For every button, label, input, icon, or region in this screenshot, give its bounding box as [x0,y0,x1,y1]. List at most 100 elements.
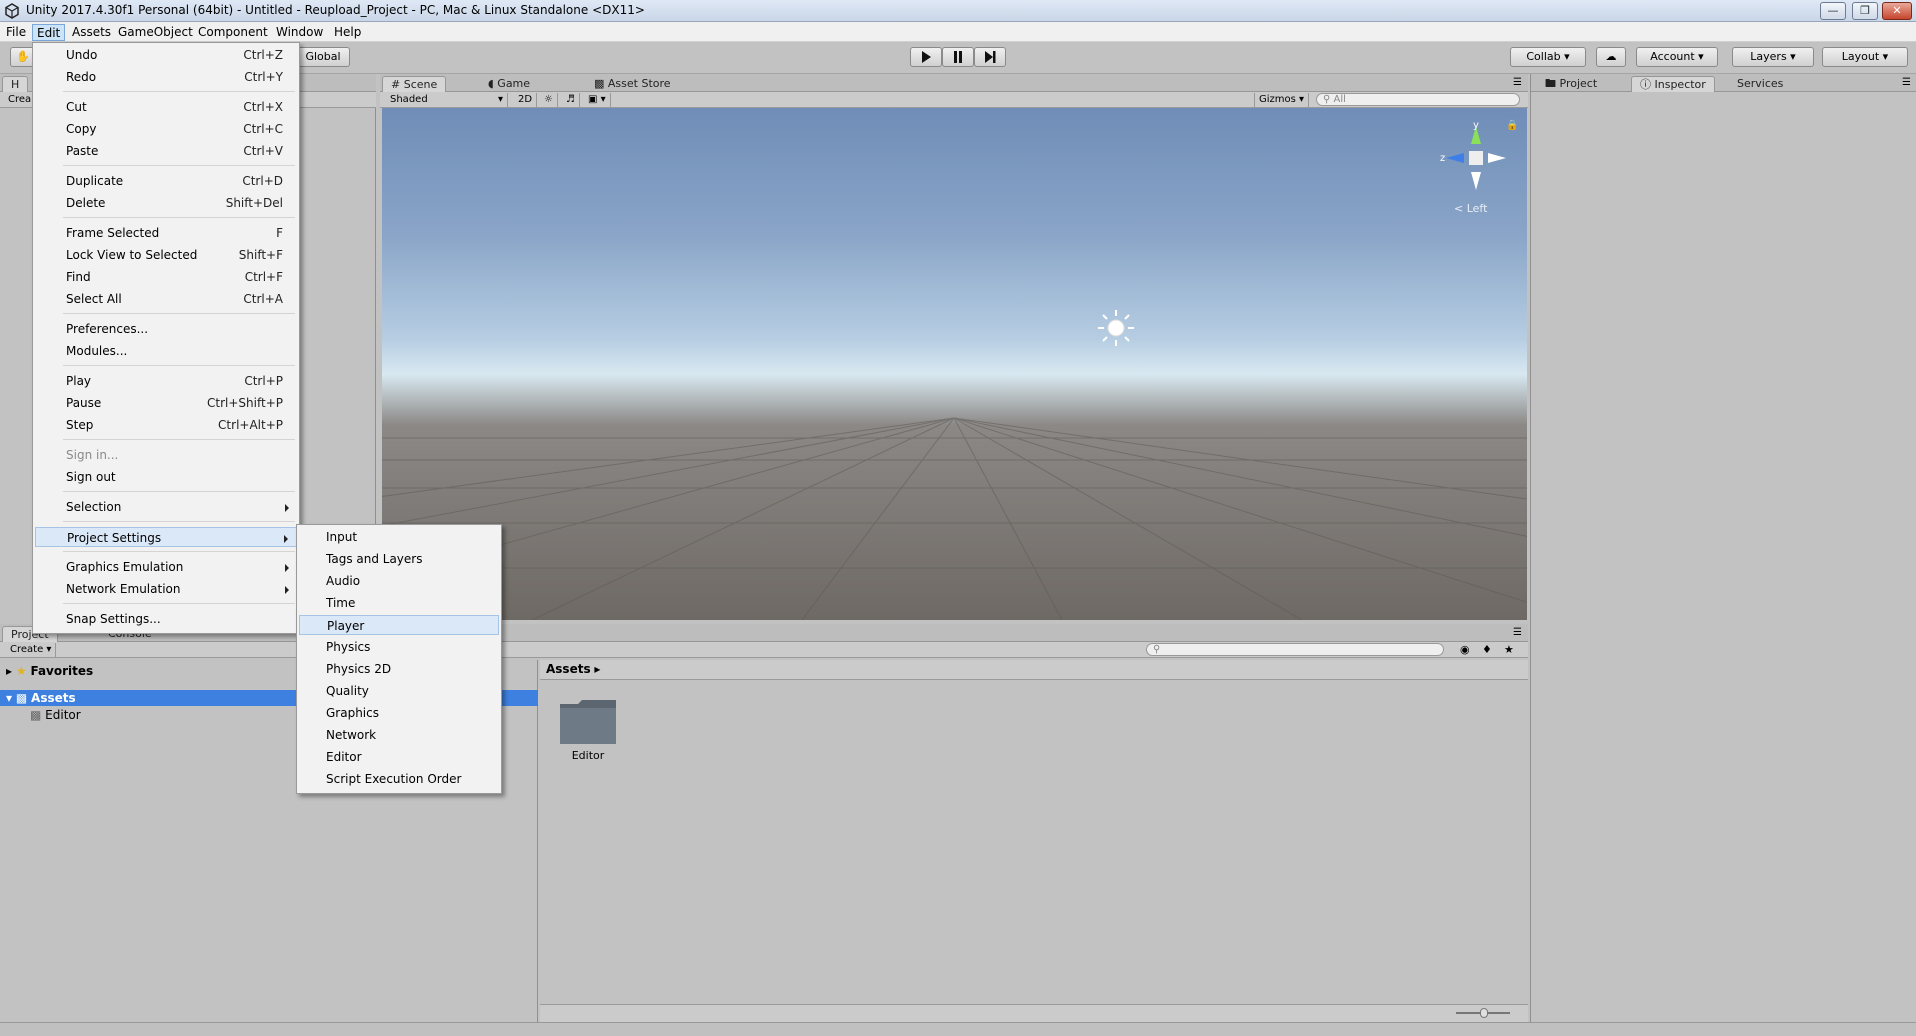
menu-window[interactable]: Window [272,24,327,41]
panel-menu-icon[interactable]: ☰ [1513,627,1522,638]
title-bar: Unity 2017.4.30f1 Personal (64bit) - Unt… [0,0,1916,22]
menu-item-duplicate[interactable]: Duplicate Ctrl+D [35,171,297,191]
project-create-button[interactable]: Create ▾ [6,643,57,657]
menu-item-cut[interactable]: Cut Ctrl+X [35,97,297,117]
star-filter-icon[interactable]: ★ [1504,643,1514,656]
tab-inspector[interactable]: ⓘ Inspector [1631,76,1715,92]
menu-gameobject[interactable]: GameObject [114,24,197,41]
submenu-item-tags-and-layers[interactable]: Tags and Layers [299,549,499,569]
lighting-toggle[interactable]: ☼ [540,93,558,107]
menu-item-pause[interactable]: Pause Ctrl+Shift+P [35,393,297,413]
scene-search-placeholder: All [1333,94,1346,105]
submenu-item-quality[interactable]: Quality [299,681,499,701]
gizmos-dropdown[interactable]: Gizmos ▾ [1254,93,1310,107]
project-search-input[interactable]: ⚲ [1146,643,1444,656]
menu-item-delete[interactable]: Delete Shift+Del [35,193,297,213]
menu-item-graphics-emulation[interactable]: Graphics Emulation [35,557,297,577]
gizmo-z-label: z [1440,153,1446,164]
account-dropdown[interactable]: Account ▾ [1636,47,1718,67]
filter-type-icon[interactable]: ◉ [1460,643,1470,656]
menu-item-network-emulation[interactable]: Network Emulation [35,579,297,599]
submenu-item-physics-2d[interactable]: Physics 2D [299,659,499,679]
tab-project-right[interactable]: 🖿 Project [1537,76,1605,92]
menu-item-step[interactable]: Step Ctrl+Alt+P [35,415,297,435]
submenu-item-label: Audio [326,574,361,588]
menu-item-preferences[interactable]: Preferences... [35,319,297,339]
tab-game[interactable]: ◖ Game [480,76,538,92]
menu-item-sign-out[interactable]: Sign out [35,467,297,487]
gizmo-view-label[interactable]: < Left [1454,202,1487,215]
pause-button[interactable] [942,47,974,67]
tab-asset-store[interactable]: ▩ Asset Store [586,76,679,92]
separator [63,91,295,92]
menu-item-select-all[interactable]: Select All Ctrl+A [35,289,297,309]
menu-item-selection[interactable]: Selection [35,497,297,517]
play-button[interactable] [910,47,942,67]
gizmo-lock-icon[interactable]: 🔒 [1506,120,1518,131]
menu-item-lock-view[interactable]: Lock View to Selected Shift+F [35,245,297,265]
tab-services[interactable]: Services [1729,76,1791,92]
scene-search-input[interactable]: ⚲ All [1316,93,1520,106]
panel-menu-icon[interactable]: ☰ [1513,77,1522,88]
menu-item-project-settings[interactable]: Project Settings [35,527,297,547]
tab-hierarchy[interactable]: H [2,76,29,92]
global-toggle-button[interactable]: Global [296,47,350,67]
menu-file[interactable]: File [2,24,30,41]
separator [63,365,295,366]
menu-item-paste[interactable]: Paste Ctrl+V [35,141,297,161]
favorites-row[interactable]: ▸ ★ Favorites [6,664,93,678]
menu-item-copy[interactable]: Copy Ctrl+C [35,119,297,139]
menu-component[interactable]: Component [194,24,272,41]
scene-viewport[interactable]: y z 🔒 < Left [382,108,1527,620]
menu-edit[interactable]: Edit [32,24,66,41]
edit-menu: Undo Ctrl+Z Redo Ctrl+Y Cut Ctrl+X Copy Ctrl… [32,42,300,634]
grid-icon: # [391,78,401,91]
directional-light-icon[interactable] [1096,308,1136,348]
menu-item-find[interactable]: Find Ctrl+F [35,267,297,287]
panel-menu-icon[interactable]: ☰ [1902,77,1911,88]
inspector-panel: 🖿 Project ⓘ Inspector Services ☰ [1530,74,1916,1022]
zoom-slider-handle[interactable] [1480,1008,1488,1018]
global-label: Global [305,50,341,63]
assets-breadcrumb[interactable]: Assets ▸ [540,660,1528,680]
tab-scene[interactable]: # Scene [382,76,447,92]
menu-item-snap-settings[interactable]: Snap Settings... [35,609,297,629]
submenu-item-script-execution-order[interactable]: Script Execution Order [299,769,499,789]
submenu-item-editor[interactable]: Editor [299,747,499,767]
editor-folder-item[interactable]: Editor [558,696,618,762]
effects-dropdown[interactable]: ▣ ▾ [584,93,611,107]
menu-item-undo[interactable]: Undo Ctrl+Z [35,45,297,65]
menu-assets[interactable]: Assets [68,24,115,41]
layout-label: Layout [1841,50,1880,63]
close-button[interactable]: ✕ [1882,2,1912,20]
maximize-button[interactable]: ❐ [1852,2,1878,20]
submenu-item-audio[interactable]: Audio [299,571,499,591]
menu-item-redo[interactable]: Redo Ctrl+Y [35,67,297,87]
submenu-item-player[interactable]: Player [299,615,499,635]
minimize-button[interactable]: — [1820,2,1846,20]
shading-dropdown[interactable]: Shaded ▾ [386,93,508,107]
step-button[interactable] [974,47,1006,67]
collab-dropdown[interactable]: Collab ▾ [1510,47,1586,67]
cloud-button[interactable]: ☁ [1596,47,1626,67]
submenu-item-time[interactable]: Time [299,593,499,613]
folder-icon: 🖿 [1545,77,1556,90]
folder-icon [560,700,616,744]
filter-label-icon[interactable]: ♦ [1482,643,1492,656]
menu-item-modules[interactable]: Modules... [35,341,297,361]
editor-folder-row[interactable]: ▩ Editor [30,708,81,722]
separator [63,491,295,492]
toggle-2d-button[interactable]: 2D [514,93,538,107]
submenu-item-graphics[interactable]: Graphics [299,703,499,723]
layers-dropdown[interactable]: Layers ▾ [1732,47,1814,67]
audio-toggle[interactable]: ♬ [562,93,580,107]
window-title: Unity 2017.4.30f1 Personal (64bit) - Unt… [26,3,645,17]
submenu-item-network[interactable]: Network [299,725,499,745]
layout-dropdown[interactable]: Layout ▾ [1822,47,1908,67]
submenu-item-input[interactable]: Input [299,527,499,547]
menu-help[interactable]: Help [330,24,365,41]
menu-item-play[interactable]: Play Ctrl+P [35,371,297,391]
submenu-item-label: Network [326,728,377,742]
menu-item-frame-selected[interactable]: Frame Selected F [35,223,297,243]
submenu-item-physics[interactable]: Physics [299,637,499,657]
